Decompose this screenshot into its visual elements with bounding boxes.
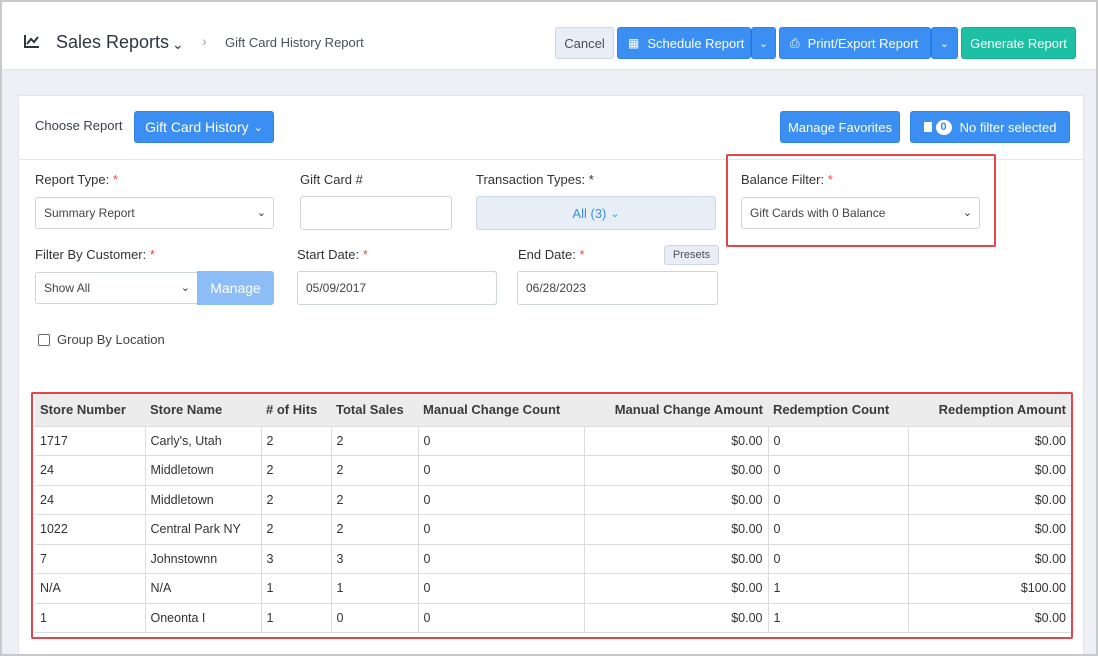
customer-filter-value: Show All bbox=[44, 281, 91, 295]
presets-button[interactable]: Presets bbox=[664, 245, 719, 265]
chevron-right-icon: › bbox=[202, 33, 207, 49]
customer-filter-select[interactable]: Show All ⌄ bbox=[35, 272, 198, 304]
chevron-down-icon: ⌄ bbox=[939, 37, 950, 50]
choose-report-label: Choose Report bbox=[35, 118, 123, 133]
report-type-label: Report Type: * bbox=[35, 172, 118, 187]
customer-filter-label: Filter By Customer: * bbox=[35, 247, 155, 262]
chevron-down-icon: ⌄ bbox=[610, 207, 620, 220]
start-date-input[interactable]: 05/09/2017 bbox=[297, 271, 497, 305]
schedule-report-label: Schedule Report bbox=[647, 35, 745, 51]
transaction-types-value: All (3) bbox=[572, 205, 607, 221]
manage-favorites-button[interactable]: Manage Favorites bbox=[780, 111, 900, 143]
top-bar: Sales Reports ⌄ › Gift Card History Repo… bbox=[2, 2, 1096, 70]
filter-label: No filter selected bbox=[959, 119, 1057, 135]
print-export-button[interactable]: ⎙ Print/Export Report bbox=[779, 27, 931, 59]
transaction-types-select[interactable]: All (3) ⌄ bbox=[476, 196, 716, 230]
manage-customers-button[interactable]: Manage bbox=[197, 271, 274, 305]
document-icon bbox=[923, 122, 932, 132]
chevron-down-icon: ⌄ bbox=[256, 207, 266, 219]
line-chart-icon bbox=[24, 35, 39, 48]
filter-count-badge: 0 bbox=[935, 119, 952, 135]
gift-card-input[interactable] bbox=[300, 196, 452, 230]
gift-card-label: Gift Card # bbox=[300, 172, 363, 187]
report-card: Choose Report Gift Card History ⌄ Manage… bbox=[18, 95, 1084, 654]
end-date-input[interactable]: 06/28/2023 bbox=[517, 271, 718, 305]
app-window: Sales Reports ⌄ › Gift Card History Repo… bbox=[0, 0, 1098, 656]
cancel-button[interactable]: Cancel bbox=[555, 27, 614, 59]
report-type-select[interactable]: Summary Report ⌄ bbox=[35, 197, 274, 229]
report-type-value: Summary Report bbox=[44, 206, 135, 220]
balance-filter-highlight bbox=[726, 154, 996, 247]
group-by-location-label: Group By Location bbox=[57, 332, 165, 347]
report-selector-label: Gift Card History bbox=[145, 119, 249, 135]
transaction-types-label: Transaction Types: * bbox=[476, 172, 594, 187]
schedule-dropdown-button[interactable]: ⌄ bbox=[751, 27, 776, 59]
print-export-label: Print/Export Report bbox=[807, 35, 919, 51]
chevron-down-icon: ⌄ bbox=[253, 121, 263, 134]
table-highlight bbox=[31, 392, 1073, 639]
generate-report-button[interactable]: Generate Report bbox=[961, 27, 1076, 59]
print-dropdown-button[interactable]: ⌄ bbox=[931, 27, 958, 59]
schedule-report-button[interactable]: ▦ Schedule Report bbox=[617, 27, 751, 59]
group-by-location-checkbox[interactable] bbox=[38, 334, 50, 346]
start-date-label: Start Date: * bbox=[297, 247, 368, 262]
report-selector-button[interactable]: Gift Card History ⌄ bbox=[134, 111, 274, 143]
chevron-down-icon[interactable]: ⌄ bbox=[172, 36, 184, 53]
chevron-down-icon: ⌄ bbox=[758, 37, 769, 50]
breadcrumb: Gift Card History Report bbox=[225, 35, 364, 50]
filter-selector-button[interactable]: 0 No filter selected bbox=[910, 111, 1070, 143]
calendar-icon: ▦ bbox=[628, 36, 640, 50]
chevron-down-icon: ⌄ bbox=[180, 282, 190, 294]
end-date-label: End Date: * bbox=[518, 247, 585, 262]
page-title[interactable]: Sales Reports bbox=[56, 32, 169, 53]
printer-icon: ⎙ bbox=[790, 35, 800, 50]
